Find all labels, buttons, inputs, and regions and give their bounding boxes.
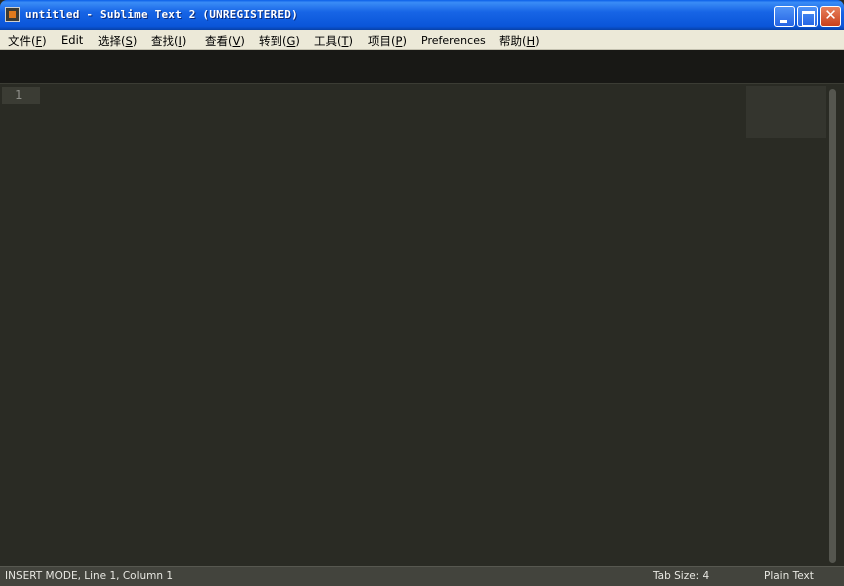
minimize-button[interactable] [774,6,795,27]
menu-selection[interactable]: 选择(S) [98,33,137,49]
menu-tools[interactable]: 工具(T) [314,33,353,49]
title-bar[interactable]: untitled - Sublime Text 2 (UNREGISTERED)… [0,0,844,30]
menu-goto[interactable]: 转到(G) [259,33,300,49]
vertical-scrollbar[interactable] [829,89,836,563]
menu-view[interactable]: 查看(V) [205,33,245,49]
menu-project[interactable]: 项目(P) [368,33,407,49]
maximize-button[interactable] [797,6,818,27]
close-icon: ✕ [824,6,837,24]
menu-edit[interactable]: Edit [61,33,83,47]
editor-area[interactable]: 1 [0,84,844,566]
status-bar: INSERT MODE, Line 1, Column 1 Tab Size: … [0,566,844,586]
menu-file[interactable]: 文件(F) [8,33,47,49]
status-mode-position: INSERT MODE, Line 1, Column 1 [5,570,174,582]
close-button[interactable]: ✕ [820,6,841,27]
line-number: 1 [2,87,40,104]
menu-bar: 文件(F) Edit 选择(S) 查找(I) 查看(V) 转到(G) 工具(T)… [0,30,844,50]
menu-help[interactable]: 帮助(H) [499,33,540,49]
menu-preferences[interactable]: Preferences [421,34,486,47]
status-tab-size[interactable]: Tab Size: 4 [653,567,709,586]
sublime-text-icon[interactable] [5,7,20,22]
status-syntax[interactable]: Plain Text [764,567,814,586]
tab-strip[interactable] [0,50,844,84]
menu-find[interactable]: 查找(I) [151,33,186,49]
window-title: untitled - Sublime Text 2 (UNREGISTERED) [25,8,298,21]
minimap[interactable] [746,86,826,138]
